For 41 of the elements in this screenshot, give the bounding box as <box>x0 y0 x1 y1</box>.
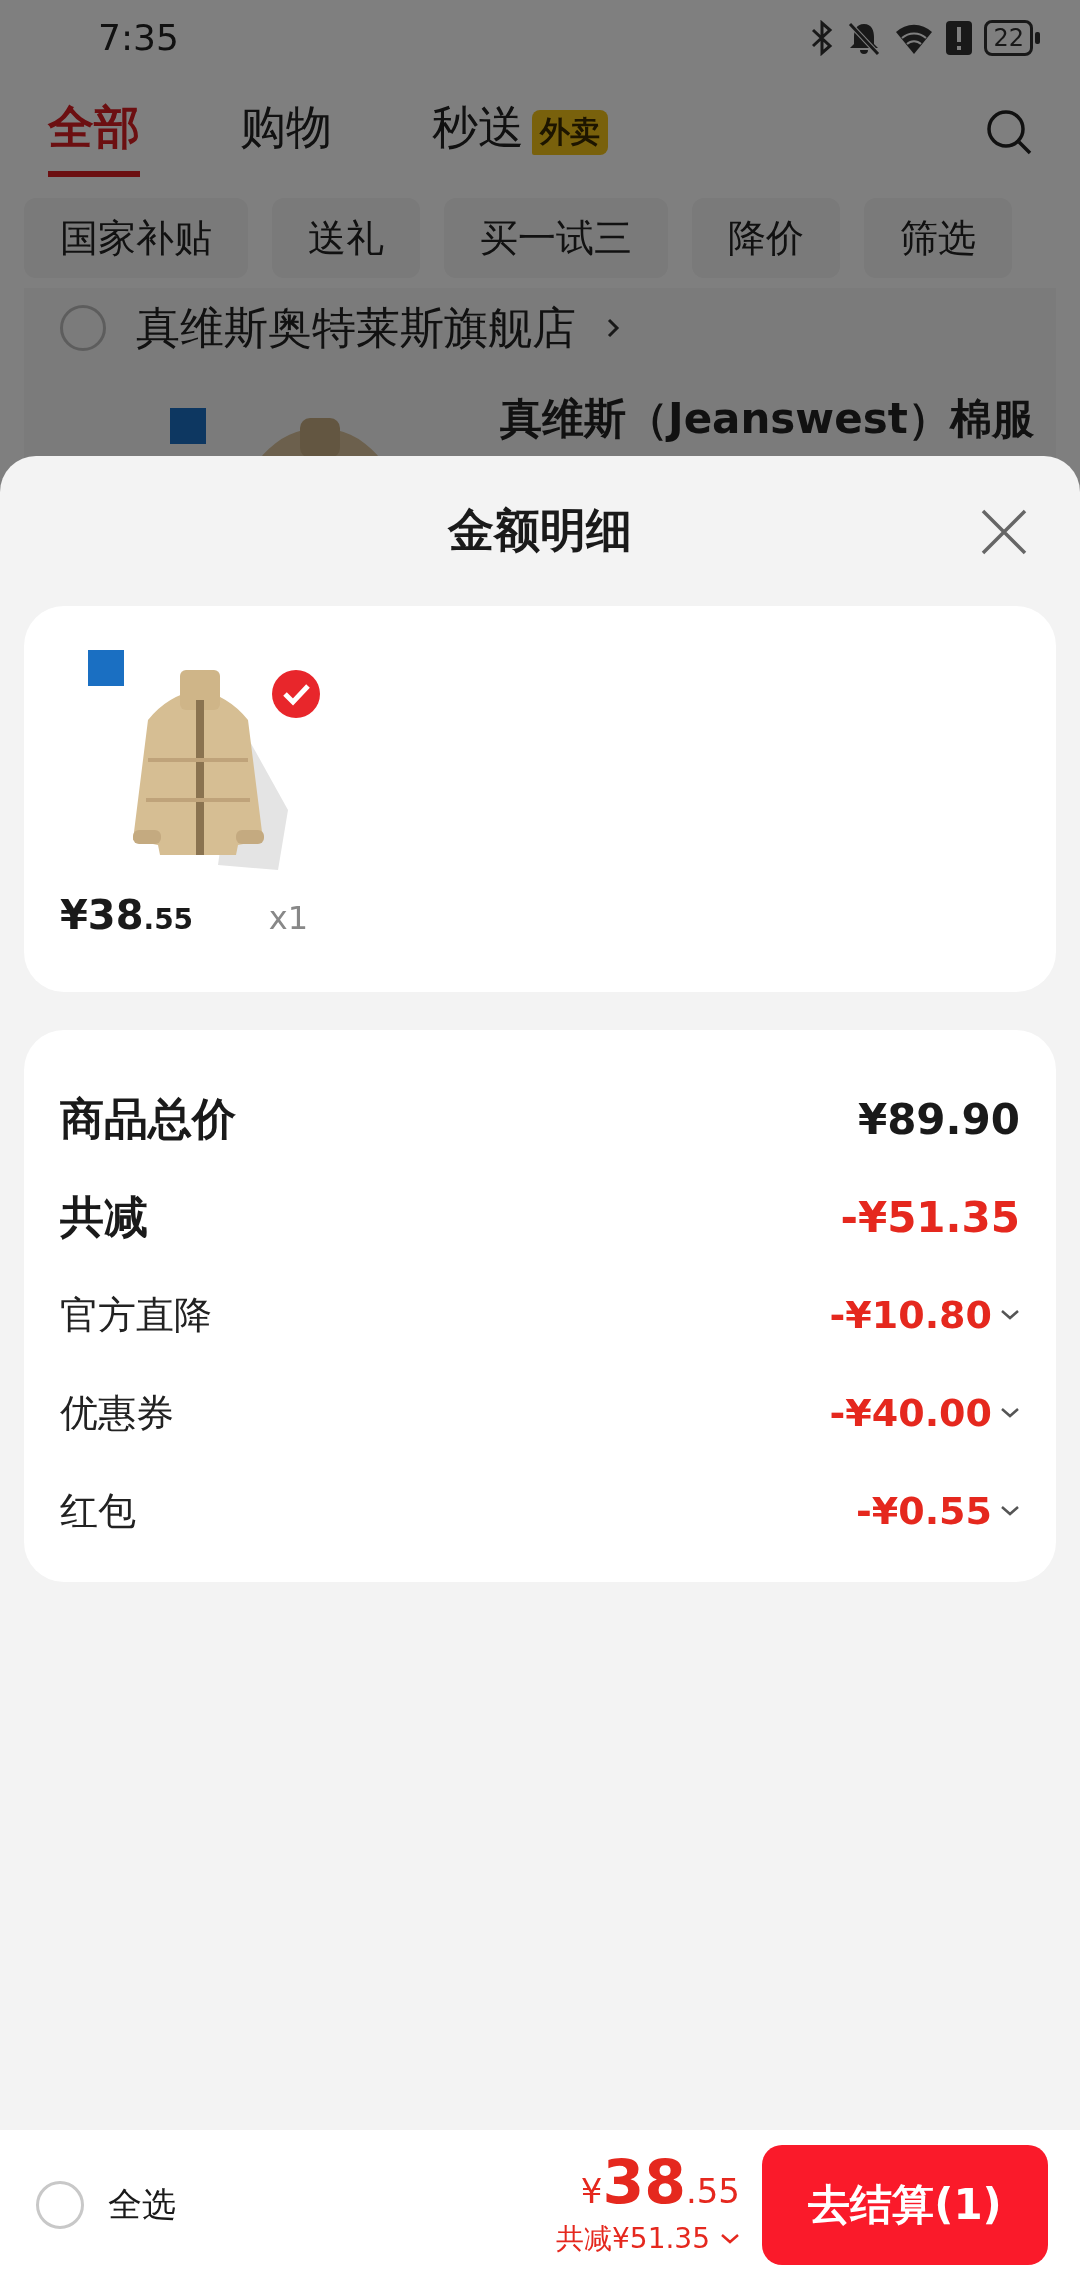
search-icon[interactable] <box>986 108 1034 157</box>
summary-amount: ¥89.90 <box>857 1094 1020 1144</box>
checkout-button[interactable]: 去结算(1) <box>762 2145 1048 2265</box>
chevron-right-icon[interactable] <box>606 316 620 340</box>
summary-label: 商品总价 <box>60 1091 237 1146</box>
filter-chip[interactable]: 筛选 <box>864 198 1012 278</box>
savings-text[interactable]: 共减¥51.35 <box>556 2220 710 2258</box>
discount-label: 红包 <box>60 1487 137 1535</box>
store-name[interactable]: 真维斯奥特莱斯旗舰店 <box>136 298 576 358</box>
filter-chip[interactable]: 买一试三 <box>444 198 668 278</box>
status-time: 7:35 <box>98 17 179 58</box>
select-all-checkbox[interactable] <box>36 2181 84 2229</box>
check-icon[interactable] <box>272 670 320 718</box>
filter-chip[interactable]: 降价 <box>692 198 840 278</box>
filter-chip[interactable]: 国家补贴 <box>24 198 248 278</box>
chevron-down-icon[interactable] <box>1000 1505 1020 1517</box>
alert-icon <box>946 20 973 55</box>
battery-indicator: 22 <box>984 19 1040 56</box>
discount-label: 官方直降 <box>60 1291 213 1339</box>
item-price: ¥38.55 <box>60 892 194 938</box>
discount-amount[interactable]: -¥40.00 <box>829 1391 992 1435</box>
select-all-label[interactable]: 全选 <box>108 2182 176 2228</box>
chevron-down-icon[interactable] <box>1000 1309 1020 1321</box>
tab-badge: 外卖 <box>532 110 608 155</box>
total-price: ¥38.55 <box>580 2152 740 2212</box>
bluetooth-icon <box>810 19 835 56</box>
chevron-down-icon[interactable] <box>720 2233 740 2245</box>
category-tab[interactable]: 购物 <box>240 88 332 177</box>
chevron-down-icon[interactable] <box>1000 1407 1020 1419</box>
discount-label: 优惠券 <box>60 1389 175 1437</box>
discount-amount[interactable]: -¥10.80 <box>829 1293 992 1337</box>
filter-chip[interactable]: 送礼 <box>272 198 420 278</box>
sheet-title: 金额明细 <box>448 502 632 559</box>
discount-amount[interactable]: -¥0.55 <box>856 1489 992 1533</box>
category-tab[interactable]: 全部 <box>48 88 140 177</box>
summary-label: 共减 <box>60 1189 149 1244</box>
store-checkbox[interactable] <box>60 305 106 351</box>
category-tab[interactable]: 秒送 <box>432 88 524 177</box>
summary-amount: -¥51.35 <box>840 1192 1020 1242</box>
item-quantity: x1 <box>268 899 308 937</box>
close-icon[interactable] <box>980 508 1028 556</box>
